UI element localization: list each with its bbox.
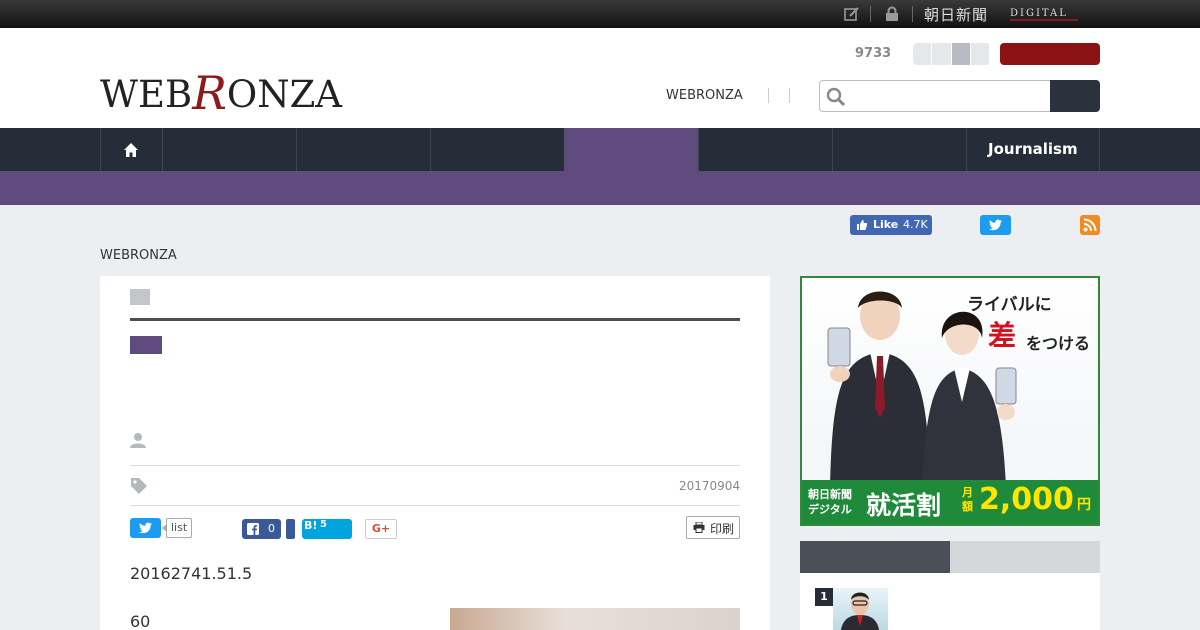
thumbs-up-icon	[857, 220, 867, 230]
divider	[130, 465, 740, 466]
ad-price: 2,000	[979, 482, 1074, 517]
logo-text-r: R	[192, 66, 227, 120]
article-card: 20170904 list 0 B! 5 G+ 印刷 20162741.51.5…	[100, 276, 770, 630]
ad-headline-1: ライバルに	[967, 295, 1052, 315]
facebook-icon	[247, 523, 259, 535]
nav-item[interactable]	[430, 128, 564, 171]
hatena-label: B!	[304, 519, 318, 532]
facebook-share-tail[interactable]	[286, 519, 295, 539]
ranking-tab-inactive[interactable]	[950, 541, 1100, 573]
article-lead: 20162741.51.5	[130, 564, 253, 583]
twitter-follow-button[interactable]	[980, 215, 1011, 235]
tweet-count[interactable]: list	[161, 518, 193, 538]
lock-icon[interactable]	[884, 6, 900, 22]
header-divider	[768, 88, 769, 103]
logo-text-web: WEB	[100, 73, 193, 116]
ad-month-label: 月額	[962, 486, 973, 513]
facebook-like-count: 4.7K	[903, 218, 928, 231]
facebook-share-count: 0	[268, 522, 275, 535]
home-icon	[124, 143, 138, 157]
member-count: 9733	[855, 46, 892, 61]
digital-label[interactable]: DIGITAL	[1010, 8, 1068, 19]
header-divider	[789, 88, 790, 103]
print-label: 印刷	[710, 522, 735, 536]
sub-nav	[0, 171, 1200, 205]
nav-journalism-label: Journalism	[988, 140, 1078, 158]
ranking-number: 1	[815, 588, 833, 606]
login-button[interactable]	[1000, 43, 1100, 65]
divider	[130, 505, 740, 506]
top-bar: 朝日新聞 DIGITAL	[0, 0, 1200, 28]
article-body: 60	[130, 612, 151, 630]
ranking-thumbnail[interactable]	[833, 588, 888, 630]
search-button[interactable]	[1050, 80, 1100, 112]
font-size-medium-button[interactable]	[932, 43, 952, 65]
printer-icon	[693, 522, 705, 533]
font-size-switcher	[913, 43, 990, 65]
tweet-button[interactable]	[130, 518, 161, 538]
article-title-rule	[130, 318, 740, 321]
ad-headline-3: をつける	[1026, 334, 1091, 353]
nav-item[interactable]	[296, 128, 430, 171]
facebook-like-label: Like	[873, 218, 899, 231]
font-size-small-button[interactable]	[913, 43, 933, 65]
search-icon	[826, 87, 846, 107]
breadcrumb[interactable]: WEBRONZA	[100, 248, 177, 263]
article-photo	[450, 608, 740, 630]
webronza-logo[interactable]: WEBRONZA	[100, 64, 343, 120]
tag-icon	[131, 478, 147, 494]
nav-item[interactable]	[698, 128, 832, 171]
rss-button[interactable]	[1080, 215, 1100, 235]
businessman-image	[827, 291, 930, 488]
search-box	[819, 80, 1051, 112]
author-icon	[130, 433, 146, 448]
ranking-list: 1	[800, 573, 1100, 630]
facebook-share-button[interactable]: 0	[242, 519, 281, 539]
article-category-badge[interactable]	[130, 336, 162, 354]
nav-item-active[interactable]	[564, 128, 698, 171]
digital-underline	[1010, 19, 1078, 21]
article-date: 20170904	[679, 479, 741, 493]
ad-price-band: 朝日新聞 デジタル 就活割 月額 2,000 円	[802, 480, 1098, 524]
facebook-like-button[interactable]: Like 4.7K	[850, 215, 932, 235]
site-header: WEBRONZA 9733 WEBRONZA	[0, 28, 1200, 128]
print-button[interactable]: 印刷	[686, 516, 740, 539]
header-link-webronza[interactable]: WEBRONZA	[666, 88, 743, 103]
search-input[interactable]	[852, 85, 1042, 107]
main-nav: Journalism	[0, 128, 1200, 171]
topbar-divider	[912, 6, 913, 22]
google-plus-button[interactable]: G+	[365, 519, 397, 539]
article-series-badge	[130, 289, 150, 305]
person-thumbnail-image	[841, 592, 879, 630]
ad-headline-2: 差	[988, 319, 1017, 352]
rss-icon	[1083, 218, 1097, 232]
edit-icon[interactable]	[844, 6, 860, 22]
job-hunting-ad-banner[interactable]: ライバルに 差 をつける 朝日新聞 デジタル 就活割 月額 2,000 円	[800, 276, 1100, 526]
ad-yen: 円	[1077, 497, 1091, 513]
nav-item[interactable]	[162, 128, 296, 171]
font-size-xlarge-button[interactable]	[970, 43, 990, 65]
hatena-bookmark-button[interactable]: B! 5	[302, 519, 352, 539]
ranking-tabs	[800, 541, 1100, 573]
asahi-brand[interactable]: 朝日新聞	[924, 4, 988, 25]
hatena-count: 5	[320, 519, 327, 530]
ad-brand-small: 朝日新聞 デジタル	[808, 488, 852, 516]
topbar-divider	[870, 6, 871, 22]
twitter-icon	[139, 522, 152, 534]
nav-item[interactable]	[832, 128, 966, 171]
ad-campaign-name: 就活割	[866, 491, 942, 520]
logo-text-onza: ONZA	[226, 73, 343, 116]
font-size-large-button[interactable]	[951, 43, 971, 65]
twitter-icon	[989, 219, 1002, 231]
ranking-tab-active[interactable]	[800, 541, 950, 573]
